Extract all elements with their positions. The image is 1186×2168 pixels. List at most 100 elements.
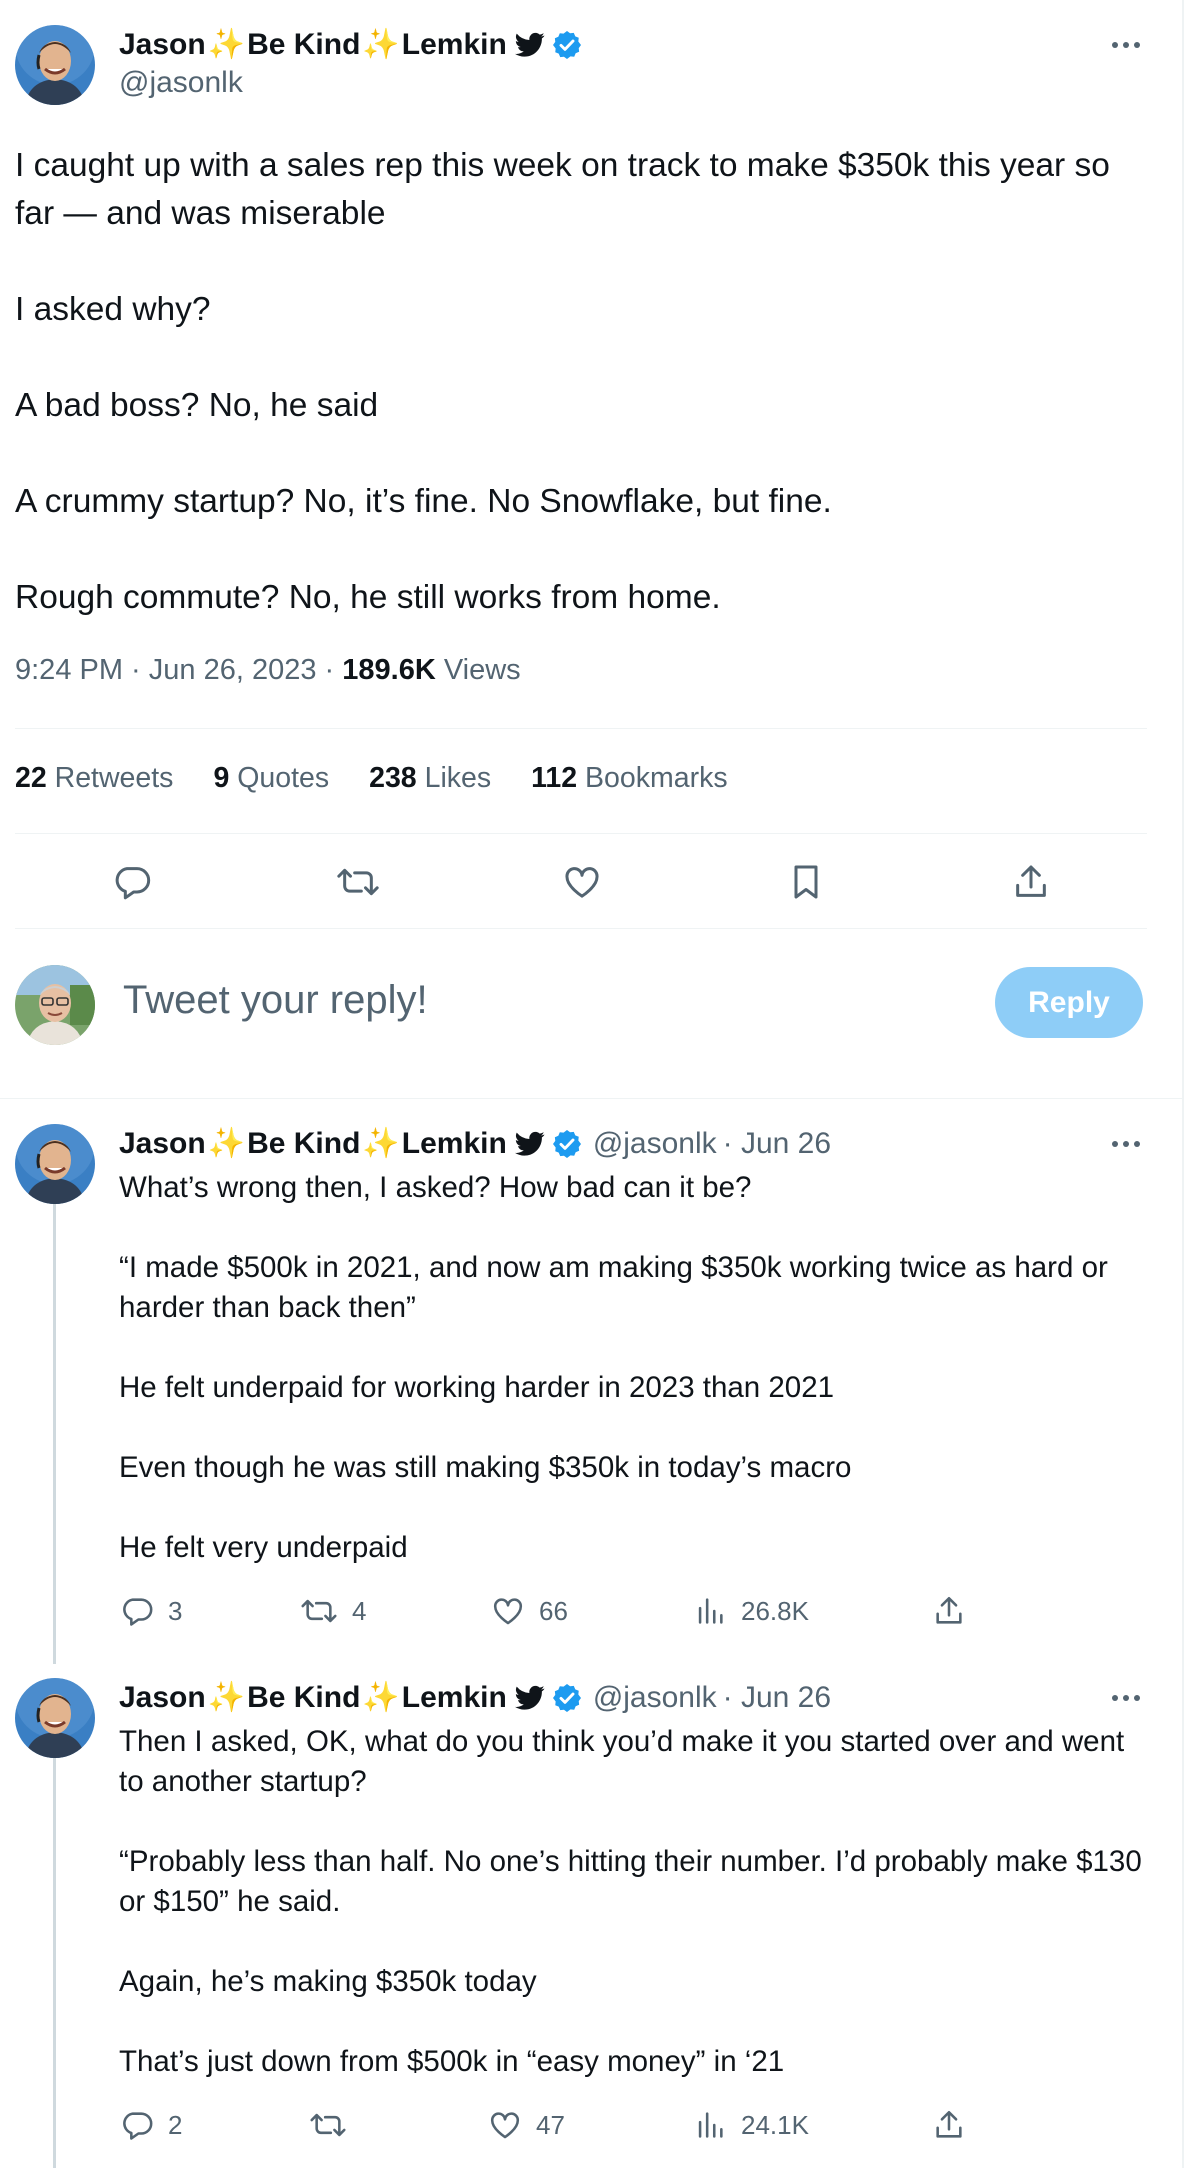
author-name-last[interactable]: Lemkin [402, 1126, 507, 1162]
reply-line: That’s just down from $500k in “easy mon… [119, 2045, 785, 2078]
reply-line: “I made $500k in 2021, and now am making… [119, 1251, 1108, 1324]
reply-share-action[interactable] [932, 2108, 980, 2142]
more-options-icon[interactable] [1108, 1680, 1144, 1716]
reply-date[interactable]: · Jun 26 [723, 1680, 831, 1716]
share-icon[interactable] [1007, 858, 1055, 906]
reply-line: What’s wrong then, I asked? How bad can … [119, 1171, 752, 1204]
likes-stat[interactable]: 238 Likes [369, 762, 491, 795]
sparkle-icon: ✨ [362, 1127, 400, 1160]
share-icon [936, 2110, 962, 2138]
sparkle-icon: ✨ [362, 28, 400, 61]
reply-button[interactable]: Reply [995, 967, 1143, 1038]
reply-retweet-action[interactable] [309, 2108, 361, 2142]
reply-line: He felt underpaid for working harder in … [119, 1371, 835, 1404]
sparkle-icon: ✨ [207, 28, 246, 61]
timestamp-text[interactable]: 9:24 PM · Jun 26, 2023 · [15, 654, 342, 686]
engagement-stats: 22 Retweets 9 Quotes 238 Likes 112 Bookm… [15, 762, 728, 795]
twitter-bird-icon [514, 1131, 545, 1157]
twitter-bird-icon [514, 32, 545, 58]
reply-date[interactable]: · Jun 26 [723, 1126, 831, 1162]
reply-views-action[interactable]: 24.1K [693, 2108, 809, 2142]
reply-icon[interactable] [108, 858, 156, 906]
author-name-first[interactable]: Jason [119, 27, 206, 63]
tweet-line: A bad boss? No, he said [15, 387, 379, 424]
views-count: 189.6K [342, 654, 436, 686]
tweet-line: Rough commute? No, he still works from h… [15, 579, 721, 616]
quotes-stat[interactable]: 9 Quotes [213, 762, 329, 795]
reply-count: 2 [168, 2109, 183, 2140]
retweet-icon [301, 1599, 337, 1623]
thread-connector-line [53, 1758, 56, 2168]
divider [0, 1098, 1182, 1099]
retweet-icon[interactable] [334, 858, 382, 906]
reply-reply-action[interactable]: 3 [120, 1594, 182, 1628]
more-options-icon[interactable] [1108, 1126, 1144, 1162]
analytics-icon [698, 1598, 723, 1624]
like-icon[interactable] [558, 858, 606, 906]
twitter-bird-icon [514, 1685, 545, 1711]
reply-text: What’s wrong then, I asked? How bad can … [119, 1168, 1154, 1568]
reply-retweet-action[interactable]: 4 [300, 1594, 366, 1628]
bookmark-icon[interactable] [782, 858, 830, 906]
tweet-detail-page: Jason ✨ Be Kind ✨ Lemkin @jasonlk I caug… [0, 0, 1184, 2168]
author-handle[interactable]: @jasonlk [119, 66, 243, 100]
reply-handle[interactable]: @jasonlk [593, 1680, 717, 1716]
views-count: 26.8K [741, 1595, 809, 1626]
bookmarks-stat[interactable]: 112 Bookmarks [531, 762, 727, 795]
author-name-mid[interactable]: Be Kind [247, 1680, 360, 1716]
reply-author-row[interactable]: Jason ✨ Be Kind ✨ Lemkin @jasonlk · Jun … [119, 1126, 831, 1162]
like-count: 66 [539, 1595, 568, 1626]
author-name-first[interactable]: Jason [119, 1680, 206, 1716]
author-name-last[interactable]: Lemkin [402, 27, 507, 63]
tweet-line: I caught up with a sales rep this week o… [15, 147, 1110, 232]
retweet-count: 4 [352, 1595, 367, 1626]
reply-icon [123, 2112, 153, 2140]
divider [15, 833, 1147, 834]
sparkle-icon: ✨ [207, 1681, 246, 1714]
analytics-icon [698, 2112, 723, 2138]
views-count: 24.1K [741, 2109, 809, 2140]
reply-author-avatar[interactable] [15, 1678, 95, 1758]
reply-line: Then I asked, OK, what do you think you’… [119, 1725, 1125, 1798]
tweet-line: A crummy startup? No, it’s fine. No Snow… [15, 483, 832, 520]
sparkle-icon: ✨ [362, 1681, 400, 1714]
reply-like-action[interactable]: 66 [491, 1594, 568, 1628]
reply-share-action[interactable] [932, 1594, 980, 1628]
reply-line: “Probably less than half. No one’s hitti… [119, 1845, 1142, 1918]
reply-like-action[interactable]: 47 [488, 2108, 565, 2142]
views-label: Views [443, 654, 521, 686]
like-icon [490, 2112, 520, 2139]
share-icon [936, 1596, 962, 1624]
retweet-icon [310, 2113, 346, 2137]
author-avatar[interactable] [15, 25, 95, 105]
reply-author-row[interactable]: Jason ✨ Be Kind ✨ Lemkin @jasonlk · Jun … [119, 1680, 831, 1716]
divider [15, 928, 1147, 929]
reply-views-action[interactable]: 26.8K [693, 1594, 809, 1628]
like-count: 47 [536, 2109, 565, 2140]
reply-line: He felt very underpaid [119, 1531, 408, 1564]
author-name-mid[interactable]: Be Kind [247, 1126, 360, 1162]
thread-connector-line [53, 1204, 56, 1664]
divider [15, 728, 1147, 729]
like-icon [493, 1598, 523, 1625]
tweet-line: I asked why? [15, 291, 211, 328]
author-name-first[interactable]: Jason [119, 1126, 206, 1162]
author-name-row[interactable]: Jason ✨ Be Kind ✨ Lemkin [119, 27, 583, 63]
reply-line: Even though he was still making $350k in… [119, 1451, 852, 1484]
verified-badge-icon [551, 1128, 583, 1160]
retweets-stat[interactable]: 22 Retweets [15, 762, 173, 795]
sparkle-icon: ✨ [207, 1127, 246, 1160]
reply-handle[interactable]: @jasonlk [593, 1126, 717, 1162]
reply-input[interactable]: Tweet your reply! [123, 978, 428, 1023]
tweet-timestamp[interactable]: 9:24 PM · Jun 26, 2023 · 189.6K Views [15, 654, 521, 687]
reply-count: 3 [168, 1595, 183, 1626]
more-options-icon[interactable] [1108, 27, 1144, 63]
reply-author-avatar[interactable] [15, 1124, 95, 1204]
reply-icon [123, 1598, 153, 1626]
verified-badge-icon [551, 1682, 583, 1714]
reply-reply-action[interactable]: 2 [120, 2108, 182, 2142]
author-name-last[interactable]: Lemkin [402, 1680, 507, 1716]
current-user-avatar[interactable] [15, 965, 95, 1045]
tweet-text: I caught up with a sales rep this week o… [15, 142, 1145, 622]
author-name-mid[interactable]: Be Kind [247, 27, 360, 63]
